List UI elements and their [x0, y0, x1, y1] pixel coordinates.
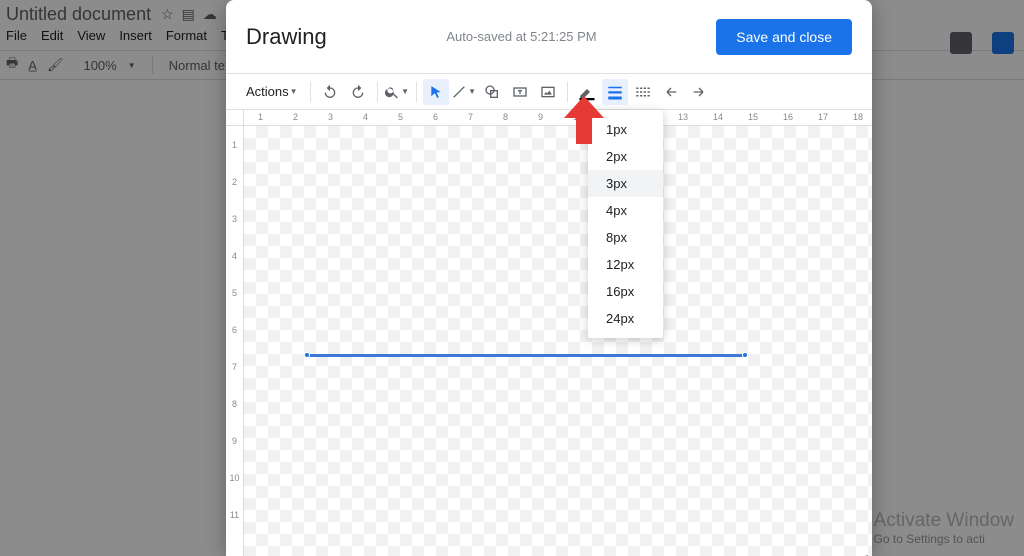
caret-icon: ▼: [290, 87, 298, 96]
line-tool[interactable]: ▼: [451, 79, 477, 105]
line-weight-option[interactable]: 24px: [588, 305, 663, 332]
line-weight-option[interactable]: 4px: [588, 197, 663, 224]
select-tool[interactable]: [423, 79, 449, 105]
undo-button[interactable]: [317, 79, 343, 105]
vertical-ruler: 1234567891011: [226, 126, 244, 556]
line-weight-option[interactable]: 8px: [588, 224, 663, 251]
redo-button[interactable]: [345, 79, 371, 105]
line-weight-option[interactable]: 3px: [588, 170, 663, 197]
drawing-toolbar: Actions▼ ▼ ▼: [226, 74, 872, 110]
modal-header: Drawing Auto-saved at 5:21:25 PM Save an…: [226, 0, 872, 74]
shape-tool[interactable]: [479, 79, 505, 105]
horizontal-ruler: 123456789101112131415161718: [226, 110, 872, 126]
drawing-canvas[interactable]: [244, 126, 872, 556]
line-end-button[interactable]: [686, 79, 712, 105]
caret-icon: ▼: [401, 87, 409, 96]
line-weight-dropdown: 1px2px3px4px8px12px16px24px: [588, 110, 663, 338]
autosave-status: Auto-saved at 5:21:25 PM: [327, 29, 717, 44]
image-tool[interactable]: [535, 79, 561, 105]
line-weight-option[interactable]: 16px: [588, 278, 663, 305]
line-weight-option[interactable]: 12px: [588, 251, 663, 278]
canvas-wrap: 1234567891011: [226, 126, 872, 556]
actions-menu-button[interactable]: Actions▼: [240, 79, 304, 105]
modal-title: Drawing: [246, 24, 327, 50]
save-and-close-button[interactable]: Save and close: [716, 19, 852, 55]
caret-icon: ▼: [468, 87, 476, 96]
drawn-line[interactable]: [307, 354, 745, 357]
drawing-modal: Drawing Auto-saved at 5:21:25 PM Save an…: [226, 0, 872, 556]
line-handle-right[interactable]: [742, 352, 748, 358]
annotation-arrow-icon: [564, 96, 604, 144]
line-start-button[interactable]: [658, 79, 684, 105]
line-dash-button[interactable]: [630, 79, 656, 105]
line-weight-option[interactable]: 2px: [588, 143, 663, 170]
line-weight-button[interactable]: [602, 79, 628, 105]
textbox-tool[interactable]: [507, 79, 533, 105]
zoom-button[interactable]: ▼: [384, 79, 410, 105]
line-handle-left[interactable]: [304, 352, 310, 358]
